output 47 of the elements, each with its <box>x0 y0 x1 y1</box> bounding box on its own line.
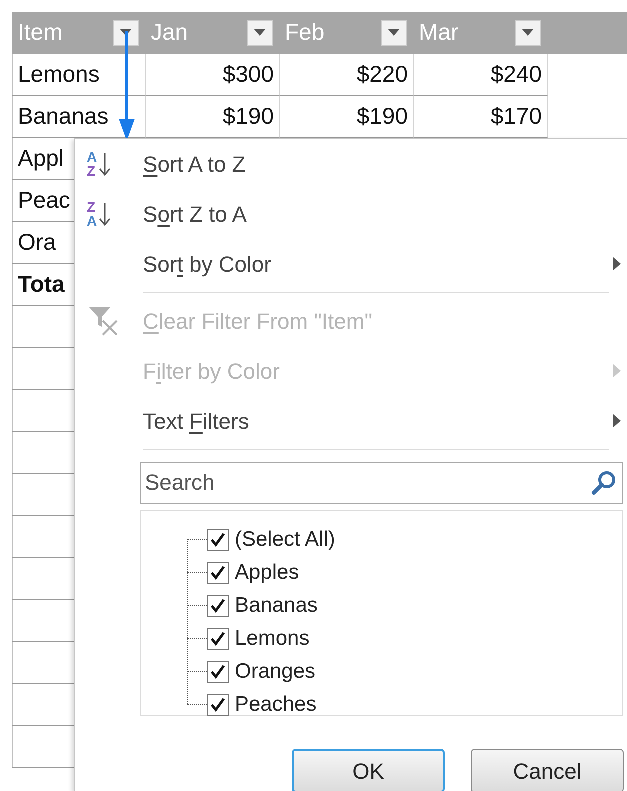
menu-item[interactable]: Text Filters <box>143 404 613 438</box>
checkbox-label[interactable]: Peaches <box>235 688 317 720</box>
filter-dropdown-button[interactable] <box>381 20 407 46</box>
menu-item[interactable]: Sort by Color <box>143 248 613 280</box>
column-header: Feb <box>285 18 325 47</box>
checkbox-label[interactable]: Apples <box>235 556 300 588</box>
filter-dropdown-button[interactable] <box>113 20 139 46</box>
submenu-arrow-icon <box>613 364 621 378</box>
menu-item[interactable]: Sort A to Z <box>143 148 621 180</box>
submenu-arrow-icon <box>613 414 621 428</box>
table-cell: $220 <box>356 61 408 87</box>
checkbox[interactable] <box>207 594 229 616</box>
table-cell: Bananas <box>18 103 109 129</box>
checkbox[interactable] <box>207 628 229 650</box>
table-cell: $190 <box>222 103 274 129</box>
column-header: Mar <box>419 18 459 47</box>
caret-icon <box>120 28 132 36</box>
table-cell: Ora <box>18 229 56 255</box>
table-cell: Peac <box>18 187 70 213</box>
checkbox[interactable] <box>207 694 229 716</box>
caret-icon <box>388 28 400 36</box>
checkbox[interactable] <box>207 660 229 682</box>
checkbox[interactable] <box>207 562 229 584</box>
table-cell: $240 <box>490 61 542 87</box>
search-field[interactable]: Search <box>140 462 623 504</box>
cancel-button[interactable]: Cancel <box>471 749 624 791</box>
column-header: Item <box>18 18 63 47</box>
column-header: Jan <box>151 18 188 47</box>
table-cell: $170 <box>490 103 542 129</box>
filter-dropdown-button[interactable] <box>247 20 273 46</box>
caret-icon <box>522 28 534 36</box>
checkbox[interactable] <box>207 528 229 550</box>
checkbox-label[interactable]: Bananas <box>235 590 318 622</box>
table-cell: Tota <box>18 271 65 297</box>
checkbox-label[interactable]: Lemons <box>235 622 310 654</box>
checkbox-label[interactable]: Oranges <box>235 656 316 688</box>
menu-item[interactable]: Sort Z to A <box>143 198 621 230</box>
search-icon <box>591 470 617 496</box>
ok-button[interactable]: OK <box>292 749 445 791</box>
submenu-arrow-icon <box>613 257 621 271</box>
filter-dropdown-button[interactable] <box>515 20 541 46</box>
table-cell: Appl <box>18 145 64 171</box>
checkbox-label[interactable]: (Select All) <box>235 524 336 556</box>
table-cell: $190 <box>356 103 408 129</box>
table-cell: Lemons <box>18 61 100 87</box>
caret-icon <box>254 28 266 36</box>
table-cell: $300 <box>222 61 274 87</box>
